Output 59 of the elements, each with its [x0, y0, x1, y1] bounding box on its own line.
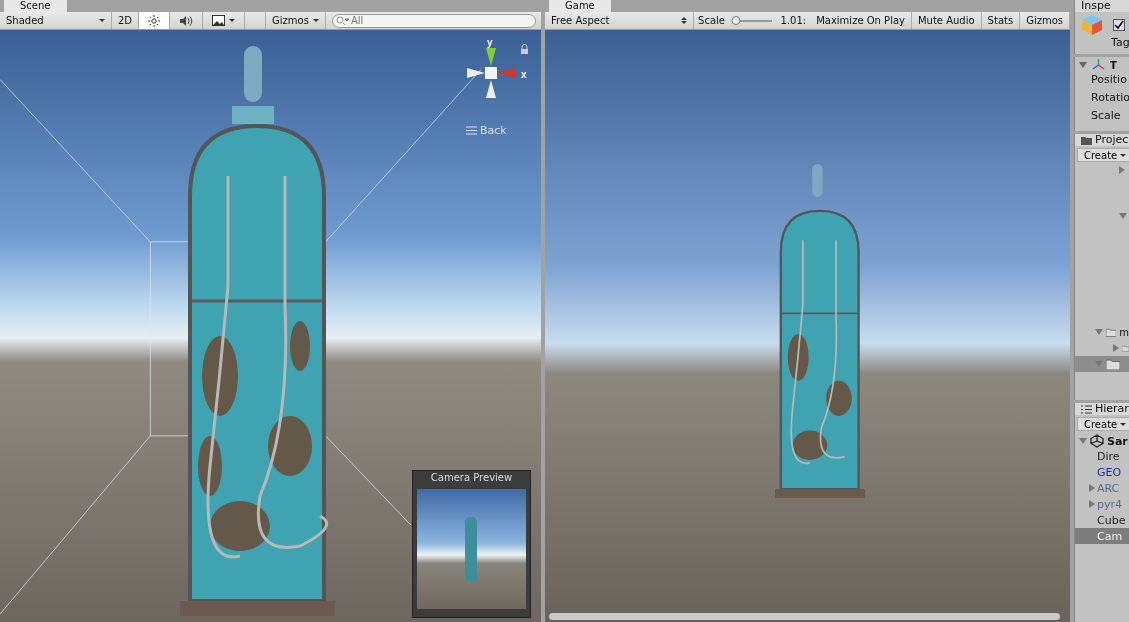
- foldout-arrow-icon[interactable]: [1079, 438, 1087, 444]
- orientation-gizmo[interactable]: y x: [455, 38, 527, 112]
- project-row[interactable]: [1075, 356, 1129, 372]
- folder-name: m: [1119, 326, 1129, 338]
- field-label: Scale: [1090, 108, 1122, 124]
- toolbar-toggle[interactable]: Mute Audio: [911, 12, 982, 29]
- unity-logo-icon: [1090, 434, 1104, 448]
- toolbar-toggle[interactable]: Maximize On Play: [810, 12, 912, 29]
- game-tab[interactable]: Game: [549, 0, 611, 12]
- scene-viewport[interactable]: y x Back Camera Preview: [0, 30, 541, 622]
- axes-icon: [1092, 59, 1105, 71]
- caret-icon: [229, 19, 236, 22]
- foldout-arrow-icon[interactable]: [1119, 213, 1127, 219]
- field-label: Rotatio: [1090, 90, 1129, 106]
- y-axis-label: y: [487, 38, 493, 48]
- list-icon: [1081, 404, 1092, 414]
- expand-arrow-icon[interactable]: [1079, 62, 1087, 68]
- lighting-toggle[interactable]: [139, 12, 171, 29]
- search-icon: [335, 15, 350, 25]
- toolbar-toggle[interactable]: Stats: [981, 12, 1021, 29]
- toolbar-toggle[interactable]: Gizmos: [1020, 12, 1070, 29]
- caret-icon: [1120, 153, 1127, 157]
- create-dropdown[interactable]: Create: [1077, 148, 1129, 162]
- hierarchy-item[interactable]: Cube: [1075, 512, 1129, 528]
- draw-mode-dropdown[interactable]: Shaded: [0, 12, 112, 29]
- horizontal-scrollbar[interactable]: [549, 613, 1060, 620]
- speaker-icon: [179, 14, 194, 27]
- folder-icon: [1081, 135, 1092, 145]
- scene-name: Sar: [1107, 434, 1128, 448]
- gizmos-dropdown[interactable]: Gizmos: [266, 12, 326, 29]
- foldout-arrow-icon[interactable]: [1119, 166, 1125, 174]
- folder-icon: [1106, 326, 1117, 338]
- hierarchy-item[interactable]: Dire: [1075, 448, 1129, 464]
- x-axis-label: x: [521, 69, 527, 80]
- camera-preview-title: Camera Preview: [429, 471, 514, 485]
- create-dropdown[interactable]: Create: [1077, 417, 1129, 431]
- cube-icon: [1081, 14, 1103, 36]
- scale-value: 1.01:: [779, 15, 808, 26]
- sun-icon: [148, 14, 161, 27]
- scale-label: Scale: [697, 15, 726, 26]
- component-title: T: [1110, 59, 1117, 71]
- menu-icon: [466, 126, 477, 135]
- caret-icon: [1120, 422, 1127, 426]
- hierarchy-item[interactable]: Cam: [1075, 528, 1129, 544]
- tag-label: Tag: [1110, 36, 1129, 49]
- aspect-dropdown[interactable]: Free Aspect: [545, 12, 695, 29]
- updown-icon: [681, 17, 688, 24]
- field-label: Positio: [1090, 72, 1128, 88]
- caret-icon: [99, 19, 105, 22]
- folder-icon: [1106, 358, 1120, 370]
- active-checkbox[interactable]: [1113, 19, 1125, 31]
- scene-tab[interactable]: Scene: [4, 0, 67, 12]
- image-icon: [212, 15, 226, 26]
- project-row[interactable]: m: [1075, 324, 1129, 340]
- caret-icon: [312, 19, 319, 22]
- lock-icon[interactable]: [520, 44, 529, 54]
- view-name: Back: [480, 124, 507, 137]
- search-field[interactable]: All: [331, 13, 536, 28]
- hierarchy-item[interactable]: GEO: [1075, 464, 1129, 480]
